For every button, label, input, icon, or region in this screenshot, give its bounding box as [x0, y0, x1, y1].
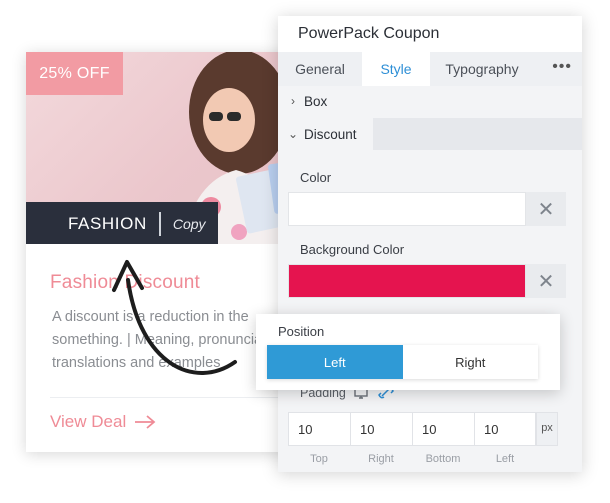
copy-code-button[interactable]: Copy — [173, 216, 206, 232]
color-swatch[interactable] — [288, 192, 526, 226]
screenshot-stage: 25% OFF FASHION Copy Fashion Discount A … — [0, 0, 610, 503]
section-discount-tab: ⌄ Discount — [278, 118, 373, 150]
code-divider — [158, 211, 161, 236]
padding-top-label: Top — [310, 453, 328, 465]
position-left-button[interactable]: Left — [267, 345, 403, 379]
tab-style[interactable]: Style — [362, 52, 430, 86]
clear-background-color-icon[interactable]: ✕ — [526, 264, 566, 298]
view-deal-link[interactable]: View Deal — [50, 412, 156, 432]
padding-left-label: Left — [495, 453, 515, 465]
arrow-right-icon — [135, 415, 156, 429]
padding-left-input[interactable]: 10 — [474, 412, 536, 446]
section-box[interactable]: › Box — [278, 86, 582, 116]
tab-general[interactable]: General — [278, 52, 362, 86]
color-label: Color — [300, 170, 332, 185]
discount-badge: 25% OFF — [26, 52, 123, 95]
chevron-down-icon: ⌄ — [287, 127, 299, 141]
unit-selector[interactable]: px — [536, 412, 558, 446]
padding-top-input[interactable]: 10 — [288, 412, 350, 446]
settings-panel: PowerPack Coupon General Style Typograph… — [278, 16, 582, 472]
background-color-swatch[interactable] — [288, 264, 526, 298]
color-field: ✕ — [288, 192, 566, 226]
section-discount[interactable]: ⌄ Discount — [278, 118, 582, 150]
coupon-code: FASHION — [68, 213, 147, 233]
position-popup: Position Left Right — [256, 314, 560, 390]
section-box-label: Box — [304, 93, 328, 109]
coupon-code-bar: FASHION Copy — [26, 202, 218, 244]
padding-right-label: Right — [368, 453, 394, 465]
panel-tabs: General Style Typography ••• — [278, 52, 582, 86]
padding-right-input[interactable]: 10 — [350, 412, 412, 446]
view-deal-label: View Deal — [50, 412, 127, 431]
section-discount-label: Discount — [304, 126, 357, 142]
clear-color-icon[interactable]: ✕ — [526, 192, 566, 226]
background-color-field: ✕ — [288, 264, 566, 298]
tab-typography[interactable]: Typography — [434, 52, 530, 86]
more-dots-icon[interactable]: ••• — [552, 52, 572, 86]
padding-inputs: 10 10 10 10 px — [288, 412, 572, 446]
panel-title: PowerPack Coupon — [298, 25, 440, 42]
position-toggle: Left Right — [267, 345, 538, 379]
background-color-label: Background Color — [300, 242, 405, 257]
position-label: Position — [278, 324, 325, 339]
padding-bottom-input[interactable]: 10 — [412, 412, 474, 446]
curved-arrow-icon — [112, 260, 237, 375]
padding-bottom-label: Bottom — [425, 453, 461, 465]
position-right-button[interactable]: Right — [402, 345, 538, 379]
chevron-right-icon: › — [291, 94, 295, 108]
coupon-image: 25% OFF FASHION Copy — [26, 52, 318, 244]
panel-header: PowerPack Coupon — [278, 16, 582, 52]
